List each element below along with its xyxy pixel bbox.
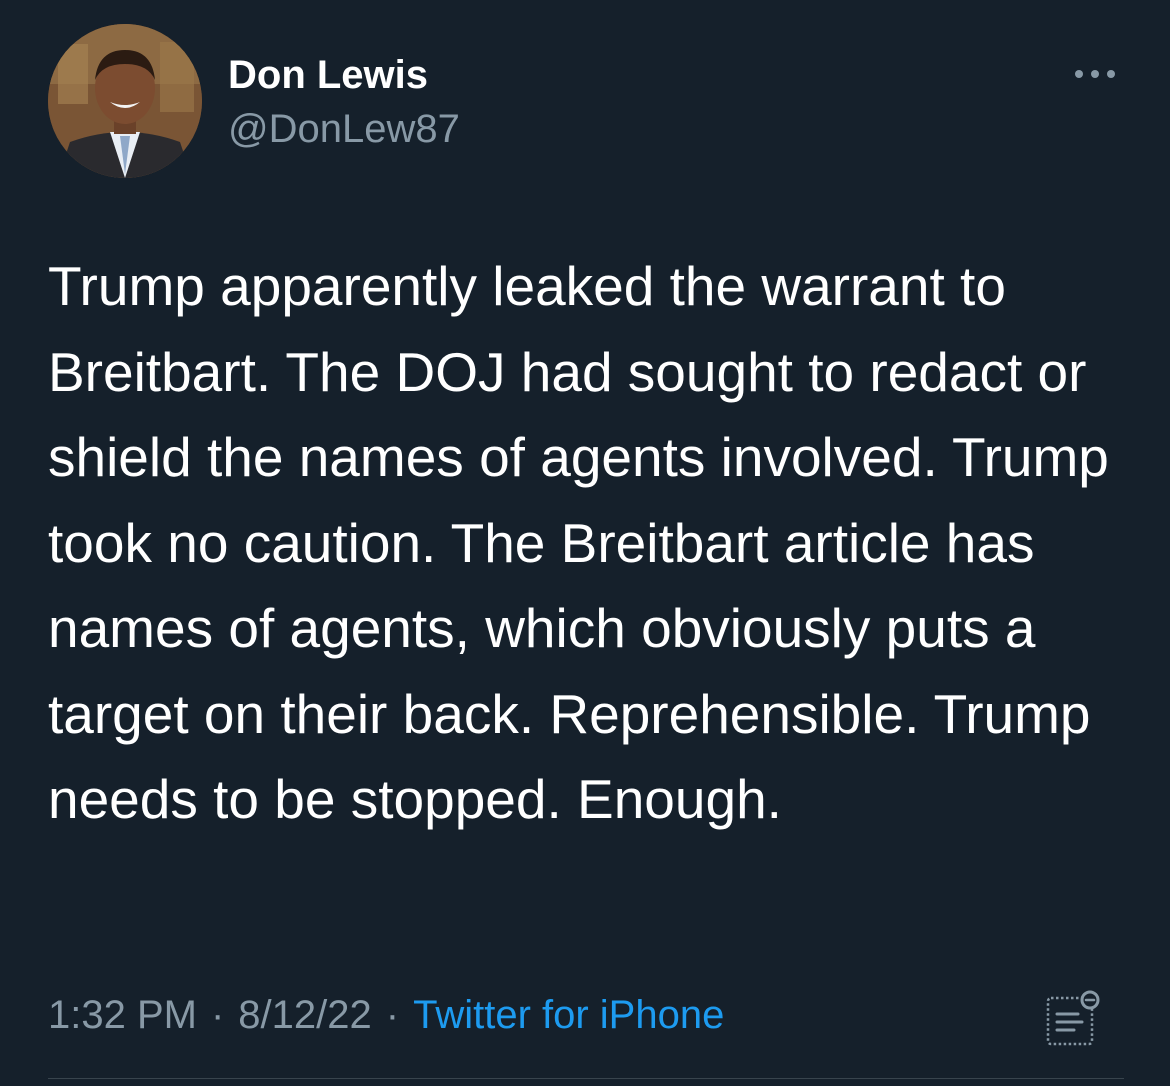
tweet-metadata: 1:32 PM · 8/12/22 · Twitter for iPhone <box>48 990 724 1040</box>
tweet-date[interactable]: 8/12/22 <box>238 993 371 1037</box>
author-handle[interactable]: @DonLew87 <box>228 106 460 152</box>
analytics-icon[interactable] <box>1040 986 1108 1054</box>
meta-separator: · <box>385 993 400 1037</box>
avatar[interactable] <box>48 24 202 178</box>
divider <box>48 1078 1124 1079</box>
tweet-source-link[interactable]: Twitter for iPhone <box>413 993 724 1037</box>
author-display-name[interactable]: Don Lewis <box>228 52 428 98</box>
tweet-time[interactable]: 1:32 PM <box>48 993 197 1037</box>
meta-separator: · <box>210 993 225 1037</box>
tweet-text: Trump apparently leaked the warrant to B… <box>48 255 1109 830</box>
more-options-icon[interactable] <box>1066 54 1124 94</box>
avatar-image <box>48 24 202 178</box>
